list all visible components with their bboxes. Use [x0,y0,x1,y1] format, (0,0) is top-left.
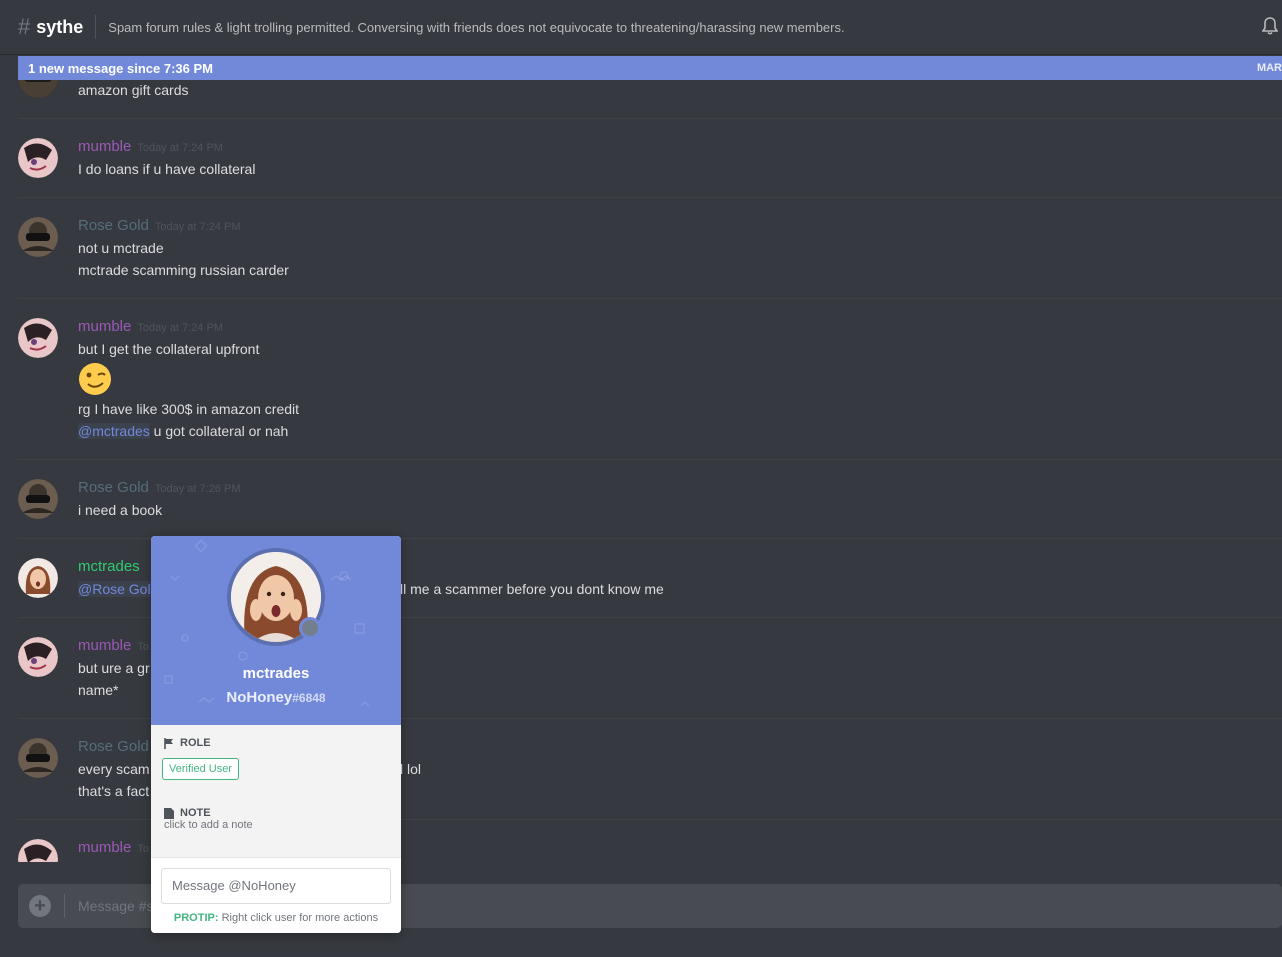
username-text[interactable]: Rose Gold [78,217,149,234]
user-mention[interactable]: @mctrades [78,423,150,439]
upload-plus-icon[interactable]: + [29,895,51,917]
role-badge[interactable]: Verified User [162,758,239,780]
message-group: Rose Gold Today at 7:26 PM i need a book [18,459,1282,539]
username[interactable]: mumble To [78,839,149,856]
channel-hash-icon: # [18,14,31,39]
protip-label: PROTIP: [173,912,219,924]
role-section-title: ROLE [164,737,211,749]
direct-message-input[interactable]: Message @NoHoney [161,868,391,904]
popout-nickname: NoHoney [226,689,293,706]
username[interactable]: Rose Gold [78,738,149,755]
message-group: mumble Today at 7:24 PM but I get the col… [18,298,1282,460]
avatar[interactable] [18,217,58,257]
message-text: but I get the collateral upfront [78,341,260,357]
avatar[interactable] [18,558,58,598]
popout-username: mctrades [242,665,310,682]
new-messages-bar[interactable]: 1 new message since 7:36 PM MAR [18,56,1282,80]
message-group: mumble Today at 7:24 PM I do loans if u h… [18,118,1282,198]
protip-text: Right click user for more actions [218,912,379,924]
message-text: name* [78,682,119,698]
message-text: @mctrades u got collateral or nah [78,423,288,439]
note-icon [164,807,174,819]
message-text: i need a book [78,502,163,518]
channel-header: # sythe Spam forum rules & light trollin… [0,0,1282,55]
timestamp: Today at 7:26 PM [154,483,241,495]
username-text[interactable]: mumble [78,318,131,335]
username-text[interactable]: mctrades [78,558,140,575]
composer-divider [64,894,65,918]
popout-header: mctrades NoHoney#6848 [151,536,401,725]
username[interactable]: mumble To [78,637,149,654]
channel-name: sythe [36,16,84,37]
avatar[interactable] [18,479,58,519]
popout-discriminator: #6848 [292,691,326,705]
bell-icon[interactable] [1262,17,1278,35]
role-title-text: ROLE [180,737,211,749]
wink-emoji-icon[interactable] [78,362,112,396]
avatar[interactable] [18,318,58,358]
username[interactable]: mumble Today at 7:24 PM [78,138,223,155]
username-text[interactable]: Rose Gold [78,479,149,496]
message-text: amazon gift cards [78,82,189,98]
message-text: every scam [78,761,150,777]
flag-icon [164,737,173,749]
username-text[interactable]: Rose Gold [78,738,149,755]
avatar[interactable] [18,138,58,178]
avatar[interactable] [18,839,58,862]
user-popout[interactable]: mctrades NoHoney#6848 ROLE Verified User… [151,536,401,933]
username[interactable]: Rose Gold Today at 7:26 PM [78,479,240,496]
note-section-title: NOTE [164,807,211,819]
message-text: but ure a gr [78,660,150,676]
message-text: ll me a scammer before you dont know me [400,581,664,597]
message-text: mctrade scamming russian carder [78,262,289,278]
message-text-rest: u got collateral or nah [149,423,289,439]
avatar[interactable] [18,637,58,677]
message-text: that's a fact [78,783,150,799]
avatar[interactable] [18,738,58,778]
username-text[interactable]: mumble [78,637,131,654]
username[interactable]: mctrades [78,558,140,575]
note-input[interactable]: click to add a note [164,819,253,831]
timestamp: Today at 7:24 PM [137,322,223,334]
user-mention[interactable]: @Rose Golc [78,581,158,597]
timestamp: To [137,641,149,653]
username[interactable]: mumble Today at 7:24 PM [78,318,223,335]
header-divider [95,15,97,39]
offline-status-icon [299,617,321,639]
timestamp: Today at 7:24 PM [137,142,223,154]
popout-body: ROLE Verified User NOTE click to add a n… [151,725,401,857]
username-text[interactable]: mumble [78,839,131,856]
timestamp: To [137,843,149,855]
new-messages-text: 1 new message since 7:36 PM [28,60,213,76]
protip: PROTIP: Right click user for more action… [151,912,401,924]
popout-footer: Message @NoHoney PROTIP: Right click use… [151,857,401,933]
message-text: @Rose Golc [78,581,158,597]
note-title-text: NOTE [180,807,211,819]
username[interactable]: Rose Gold Today at 7:24 PM [78,217,240,234]
popout-tag: NoHoney#6848 [151,689,401,706]
message-group: Rose Gold Today at 7:24 PM not u mctrade … [18,197,1282,299]
timestamp: Today at 7:24 PM [154,221,241,233]
mark-as-read-button[interactable]: MAR [1257,62,1282,74]
username-text[interactable]: mumble [78,138,131,155]
message-text: not u mctrade [78,240,164,256]
message-text: l lol [400,761,422,777]
message-text: rg I have like 300$ in amazon credit [78,401,300,417]
message-text: I do loans if u have collateral [78,161,256,177]
message-input[interactable]: Message #sy [78,898,160,914]
channel-topic[interactable]: Spam forum rules & light trolling permit… [108,20,844,35]
